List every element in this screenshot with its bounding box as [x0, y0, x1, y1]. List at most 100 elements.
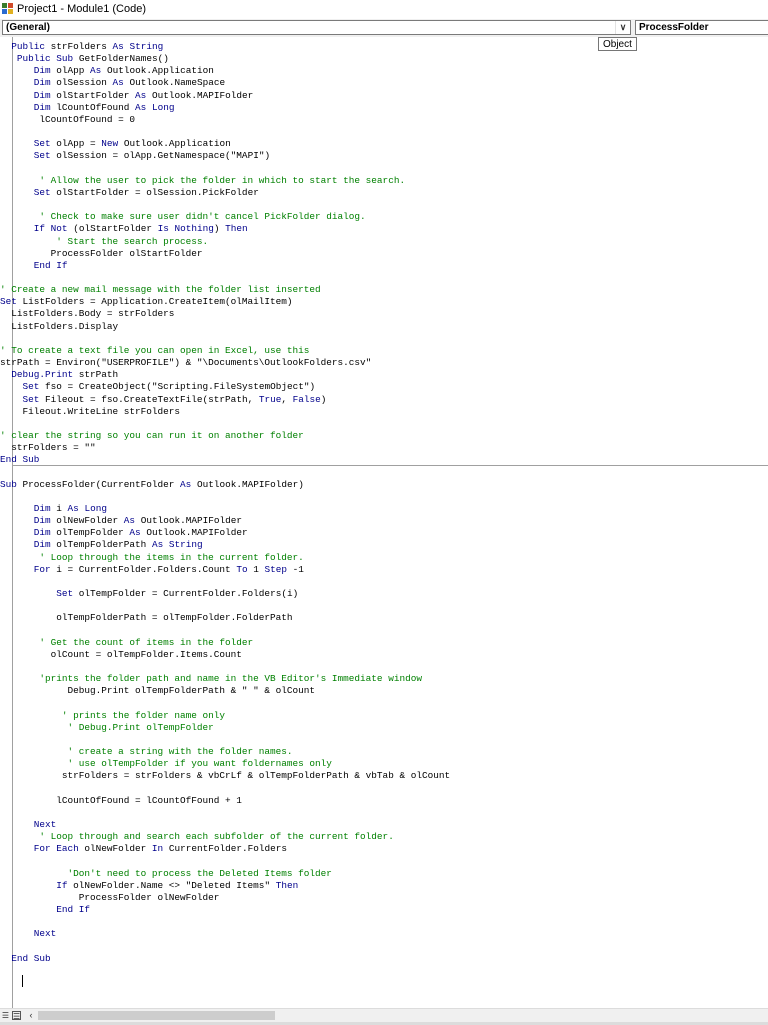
code-line[interactable] [0, 941, 768, 953]
code-line[interactable]: ' clear the string so you can run it on … [0, 430, 768, 442]
code-line[interactable]: If olNewFolder.Name <> "Deleted Items" T… [0, 880, 768, 892]
code-token: Outlook.NameSpace [123, 77, 226, 89]
code-line[interactable]: Dim i As Long [0, 503, 768, 515]
code-line[interactable]: lCountOfFound = lCountOfFound + 1 [0, 795, 768, 807]
code-text[interactable]: Public strFolders As String Public Sub G… [0, 41, 768, 965]
code-line[interactable] [0, 661, 768, 673]
code-comment: 'prints the folder path and name in the … [0, 673, 422, 685]
code-line[interactable] [0, 697, 768, 709]
code-line[interactable] [0, 199, 768, 211]
code-line[interactable]: ' Loop through the items in the current … [0, 552, 768, 564]
code-line[interactable] [0, 576, 768, 588]
code-line[interactable]: If Not (olStartFolder Is Nothing) Then [0, 223, 768, 235]
code-line[interactable]: Next [0, 928, 768, 940]
code-line[interactable]: Set ListFolders = Application.CreateItem… [0, 296, 768, 308]
code-line[interactable]: Debug.Print olTempFolderPath & " " & olC… [0, 685, 768, 697]
code-keyword: Next [33, 928, 57, 940]
code-line[interactable]: strFolders = "" [0, 442, 768, 454]
code-line[interactable]: olCount = olTempFolder.Items.Count [0, 649, 768, 661]
code-line[interactable] [0, 807, 768, 819]
code-line[interactable]: ProcessFolder olStartFolder [0, 248, 768, 260]
code-line[interactable]: ' Check to make sure user didn't cancel … [0, 211, 768, 223]
code-line[interactable] [0, 600, 768, 612]
code-line[interactable] [0, 625, 768, 637]
code-keyword: New [101, 138, 119, 150]
code-line[interactable] [0, 916, 768, 928]
code-line[interactable] [0, 491, 768, 503]
code-line[interactable]: Dim olApp As Outlook.Application [0, 65, 768, 77]
code-line[interactable]: Dim olSession As Outlook.NameSpace [0, 77, 768, 89]
code-line[interactable]: For Each olNewFolder In CurrentFolder.Fo… [0, 843, 768, 855]
code-line[interactable]: ' create a string with the folder names. [0, 746, 768, 758]
code-line[interactable]: 'prints the folder path and name in the … [0, 673, 768, 685]
code-line[interactable]: ' Create a new mail message with the fol… [0, 284, 768, 296]
code-line[interactable]: Fileout.WriteLine strFolders [0, 406, 768, 418]
code-line[interactable] [0, 272, 768, 284]
full-module-view-icon[interactable]: ☰ [12, 1011, 21, 1021]
code-line[interactable]: olTempFolderPath = olTempFolder.FolderPa… [0, 612, 768, 624]
chevron-down-icon[interactable]: ∨ [615, 21, 630, 34]
code-comment: ' To create a text file you can open in … [0, 344, 310, 356]
code-keyword: For [33, 563, 51, 575]
arrow-left-icon[interactable]: ‹ [26, 1010, 36, 1021]
code-line[interactable]: 'Don't need to process the Deleted Items… [0, 868, 768, 880]
code-editor[interactable]: Public strFolders As String Public Sub G… [0, 37, 768, 1008]
code-line[interactable]: ' use olTempFolder if you want foldernam… [0, 758, 768, 770]
code-line[interactable]: ' prints the folder name only [0, 710, 768, 722]
code-line[interactable] [0, 126, 768, 138]
code-line[interactable]: Set olApp = New Outlook.Application [0, 138, 768, 150]
code-line[interactable]: strPath = Environ("USERPROFILE") & "\Doc… [0, 357, 768, 369]
code-line[interactable]: ListFolders.Display [0, 321, 768, 333]
object-combo[interactable]: (General) ∨ [2, 20, 631, 35]
code-line[interactable]: Dim olStartFolder As Outlook.MAPIFolder [0, 90, 768, 102]
code-line[interactable]: ' Loop through and search each subfolder… [0, 831, 768, 843]
code-line[interactable]: End If [0, 904, 768, 916]
code-line[interactable]: Next [0, 819, 768, 831]
code-line[interactable]: Set olStartFolder = olSession.PickFolder [0, 187, 768, 199]
code-line[interactable]: ' Start the search process. [0, 236, 768, 248]
code-line[interactable]: ' Allow the user to pick the folder in w… [0, 175, 768, 187]
code-line[interactable]: Set fso = CreateObject("Scripting.FileSy… [0, 381, 768, 393]
code-line[interactable] [0, 418, 768, 430]
code-line[interactable]: Sub ProcessFolder(CurrentFolder As Outlo… [0, 479, 768, 491]
code-line[interactable]: Public strFolders As String [0, 41, 768, 53]
code-line[interactable]: ' Debug.Print olTempFolder [0, 722, 768, 734]
code-line[interactable]: For i = CurrentFolder.Folders.Count To 1… [0, 564, 768, 576]
code-line[interactable]: Public Sub GetFolderNames() [0, 53, 768, 65]
text-caret [22, 975, 23, 987]
code-line[interactable]: strFolders = strFolders & vbCrLf & olTem… [0, 770, 768, 782]
code-token: lCountOfFound [50, 101, 136, 113]
code-line[interactable]: Dim olNewFolder As Outlook.MAPIFolder [0, 515, 768, 527]
code-line[interactable]: Set olTempFolder = CurrentFolder.Folders… [0, 588, 768, 600]
code-line[interactable]: Dim olTempFolder As Outlook.MAPIFolder [0, 527, 768, 539]
code-line[interactable]: Set Fileout = fso.CreateTextFile(strPath… [0, 394, 768, 406]
object-tooltip: Object [598, 37, 637, 51]
code-line[interactable]: ProcessFolder olNewFolder [0, 892, 768, 904]
code-line[interactable] [0, 734, 768, 746]
code-line[interactable]: End Sub [0, 953, 768, 965]
horizontal-scroll-thumb[interactable] [38, 1011, 275, 1020]
procedure-combo[interactable]: ProcessFolder [635, 20, 768, 35]
code-line[interactable]: lCountOfFound = 0 [0, 114, 768, 126]
code-line[interactable] [0, 783, 768, 795]
code-line[interactable]: ' Get the count of items in the folder [0, 637, 768, 649]
code-line[interactable]: End If [0, 260, 768, 272]
code-line[interactable]: ' To create a text file you can open in … [0, 345, 768, 357]
code-line[interactable] [0, 333, 768, 345]
procedure-view-icon[interactable]: ☰ [1, 1011, 10, 1020]
code-keyword: Dim [33, 89, 51, 101]
code-line[interactable]: Debug.Print strPath [0, 369, 768, 381]
code-line[interactable]: Dim lCountOfFound As Long [0, 102, 768, 114]
code-line[interactable]: Set olSession = olApp.GetNamespace("MAPI… [0, 150, 768, 162]
code-line[interactable] [0, 466, 768, 478]
code-line[interactable] [0, 163, 768, 175]
code-line[interactable] [0, 855, 768, 867]
code-line[interactable]: ListFolders.Body = strFolders [0, 308, 768, 320]
code-token: -1 [286, 563, 304, 575]
code-token: olStartFolder [50, 89, 136, 101]
code-line[interactable]: Dim olTempFolderPath As String [0, 539, 768, 551]
